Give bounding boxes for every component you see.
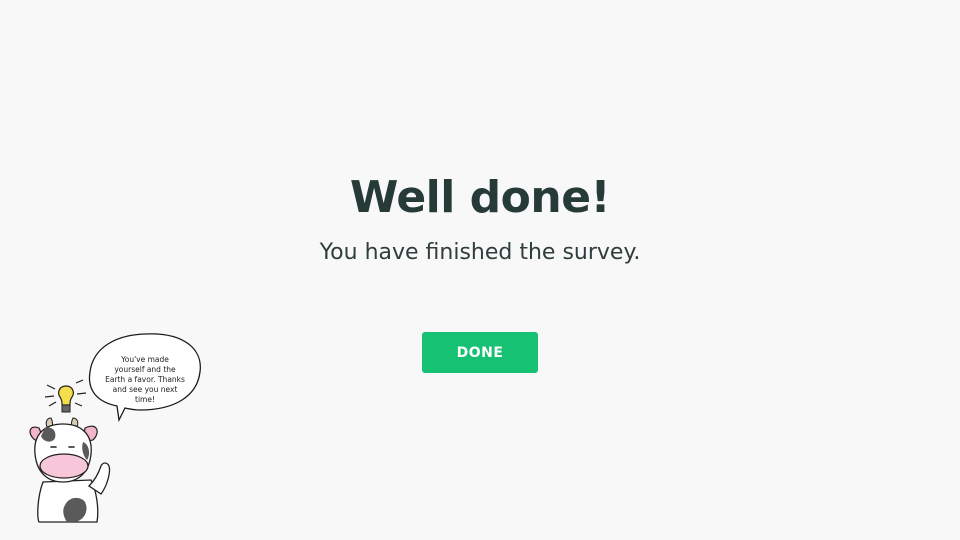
cow-mascot: You've made yourself and the Earth a fav… xyxy=(25,330,210,530)
page-title: Well done! xyxy=(349,172,611,223)
completion-message: You have finished the survey. xyxy=(319,240,641,265)
lightbulb-icon xyxy=(44,379,87,413)
done-button[interactable]: DONE xyxy=(422,332,538,373)
speech-bubble-text: You've made yourself and the Earth a fav… xyxy=(105,355,185,404)
survey-complete-screen: Well done! You have finished the survey.… xyxy=(0,0,960,540)
cow-figure xyxy=(29,417,111,523)
